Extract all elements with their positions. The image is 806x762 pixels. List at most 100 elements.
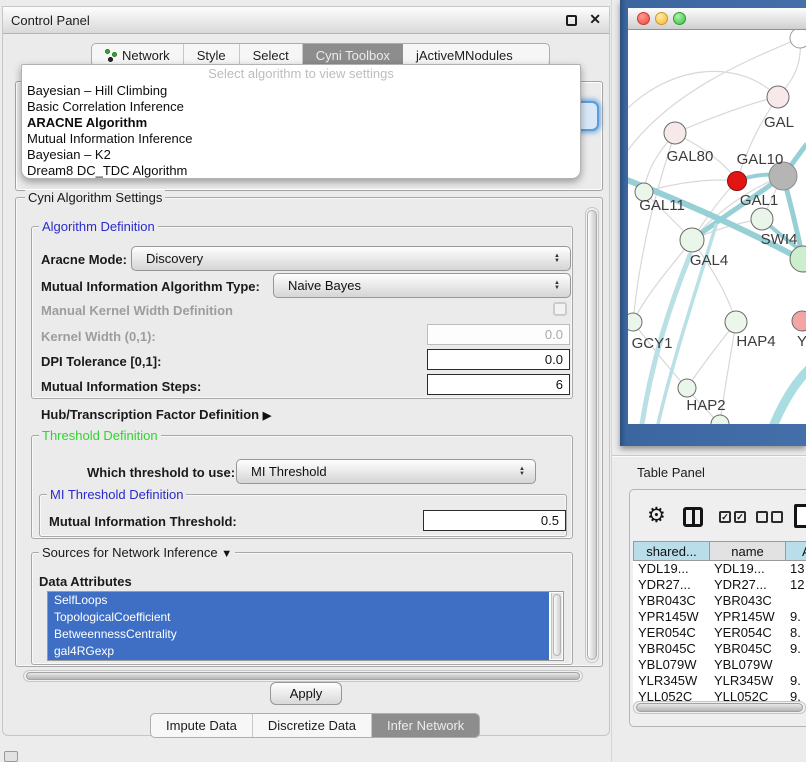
settings-horizontal-scrollbar[interactable] xyxy=(23,670,583,682)
algorithm-dropdown-popup: Select algorithm to view settings Bayesi… xyxy=(21,64,581,179)
table-cell[interactable]: YBR043C xyxy=(633,593,709,609)
mi-steps-field[interactable]: 6 xyxy=(427,374,570,395)
table-cell[interactable]: YLR345W xyxy=(709,673,785,689)
dropdown-item[interactable]: Basic Correlation Inference xyxy=(22,99,580,115)
panel-divider[interactable] xyxy=(611,0,612,762)
data-attributes-list: SelfLoops TopologicalCoefficient Between… xyxy=(47,591,564,661)
tab-select[interactable]: Select xyxy=(240,44,303,66)
table-cell[interactable]: YDR27... xyxy=(709,577,785,593)
table-cell[interactable]: YLR345W xyxy=(633,673,709,689)
table-cell[interactable]: 9. xyxy=(785,609,806,625)
control-panel: Control Panel ✕ Network Style Select Cyn… xyxy=(2,6,610,736)
table-cell[interactable]: YDL19... xyxy=(633,561,709,577)
node-gal1[interactable] xyxy=(751,208,773,230)
attribute-item-selected[interactable]: gal4RGexp xyxy=(48,643,549,660)
table-cell[interactable]: 13 xyxy=(785,561,806,577)
node-hap4[interactable] xyxy=(725,311,747,333)
attribute-item-selected[interactable]: TopologicalCoefficient xyxy=(48,609,549,626)
node-swi4[interactable] xyxy=(790,246,806,272)
control-panel-title: Control Panel xyxy=(11,13,90,28)
dropdown-prompt: Select algorithm to view settings xyxy=(22,65,580,83)
node-gal10-red[interactable] xyxy=(728,172,747,191)
node-label: GAL80 xyxy=(667,148,714,165)
dropdown-item[interactable]: Mutual Information Inference xyxy=(22,131,580,147)
column-layout-icon[interactable] xyxy=(683,507,703,527)
table-cell[interactable] xyxy=(785,657,806,673)
manual-kernel-checkbox[interactable] xyxy=(553,302,567,316)
table-cell[interactable]: 8. xyxy=(785,625,806,641)
unchecked-checkbox-icon[interactable] xyxy=(756,511,768,523)
checked-checkbox-icon[interactable]: ✓ xyxy=(734,511,746,523)
node-label: GAL1 xyxy=(740,192,778,209)
gear-icon[interactable]: ⚙ xyxy=(647,503,666,528)
table-cell[interactable]: YBL079W xyxy=(709,657,785,673)
minimized-panel-icon[interactable] xyxy=(4,751,18,762)
unchecked-checkbox-icon[interactable] xyxy=(771,511,783,523)
dropdown-item[interactable]: Dream8 DC_TDC Algorithm xyxy=(22,163,580,179)
expand-down-icon: ▼ xyxy=(221,548,232,560)
table-cell[interactable]: YER054C xyxy=(633,625,709,641)
aracne-mode-combo[interactable]: Discovery ▲▼ xyxy=(131,246,571,271)
zoom-traffic-light-icon[interactable] xyxy=(673,12,686,25)
tab-jactivemnodules[interactable]: jActiveMNodules xyxy=(403,44,526,66)
tab-infer-network[interactable]: Infer Network xyxy=(372,714,479,737)
mi-threshold-field[interactable]: 0.5 xyxy=(423,510,566,531)
node-salmon[interactable] xyxy=(792,311,806,331)
table-cell[interactable]: YBR045C xyxy=(709,641,785,657)
network-canvas[interactable]: GAL GAL80 GAL10 GAL11 GAL1 SWI4 GAL4 GCY… xyxy=(628,30,806,424)
attributes-scrollbar[interactable] xyxy=(551,593,562,659)
combo-spinner-icon: ▲▼ xyxy=(552,276,562,296)
sources-title[interactable]: Sources for Network Inference ▼ xyxy=(39,545,235,560)
which-threshold-combo[interactable]: MI Threshold ▲▼ xyxy=(236,459,536,484)
tab-discretize-data[interactable]: Discretize Data xyxy=(253,714,372,737)
combo-spinner-icon: ▲▼ xyxy=(517,462,527,482)
settings-vertical-scrollbar[interactable] xyxy=(585,207,599,663)
attribute-item-selected[interactable]: BetweennessCentrality xyxy=(48,626,549,643)
hub-definition-expander[interactable]: Hub/Transcription Factor Definition ▶ xyxy=(41,407,271,422)
kernel-width-field[interactable]: 0.0 xyxy=(427,324,570,345)
node-gal[interactable] xyxy=(767,86,789,108)
tab-network[interactable]: Network xyxy=(92,44,184,66)
close-traffic-light-icon[interactable] xyxy=(637,12,650,25)
node-gcy1[interactable] xyxy=(628,313,642,331)
dropdown-item[interactable]: Bayesian – Hill Climbing xyxy=(22,83,580,99)
column-header-partial[interactable]: A xyxy=(785,541,806,561)
table-horizontal-scrollbar[interactable] xyxy=(633,701,806,714)
dpi-tolerance-field[interactable]: 0.0 xyxy=(427,349,570,370)
tab-style[interactable]: Style xyxy=(184,44,240,66)
table-panel-divider xyxy=(612,455,806,456)
column-header-name[interactable]: name xyxy=(709,541,786,561)
table-cell[interactable]: 12 xyxy=(785,577,806,593)
tab-cyni-toolbox[interactable]: Cyni Toolbox xyxy=(303,44,403,66)
dropdown-item[interactable]: Bayesian – K2 xyxy=(22,147,580,163)
table-cell[interactable]: 9. xyxy=(785,641,806,657)
table-cell[interactable] xyxy=(785,593,806,609)
table-cell[interactable]: YBL079W xyxy=(633,657,709,673)
tab-impute-data[interactable]: Impute Data xyxy=(151,714,253,737)
node[interactable] xyxy=(790,30,806,48)
table-cell[interactable]: YPR145W xyxy=(633,609,709,625)
close-icon[interactable]: ✕ xyxy=(589,11,601,28)
attribute-item-selected[interactable]: SelfLoops xyxy=(48,592,549,609)
table-cell[interactable]: YDL19... xyxy=(709,561,785,577)
node-label: HAP2 xyxy=(686,397,725,414)
table-cell[interactable]: YPR145W xyxy=(709,609,785,625)
node-gal4[interactable] xyxy=(680,228,704,252)
node-bottom[interactable] xyxy=(711,415,729,424)
float-window-icon[interactable] xyxy=(566,15,577,26)
node-label: SWI4 xyxy=(761,231,798,248)
dropdown-item-selected[interactable]: ARACNE Algorithm xyxy=(22,115,580,131)
node-gal80[interactable] xyxy=(664,122,686,144)
minimize-traffic-light-icon[interactable] xyxy=(655,12,668,25)
table-cell[interactable]: YER054C xyxy=(709,625,785,641)
table-cell[interactable]: 9. xyxy=(785,673,806,689)
document-icon[interactable] xyxy=(794,504,806,528)
apply-button[interactable]: Apply xyxy=(270,682,342,705)
mi-type-combo[interactable]: Naive Bayes ▲▼ xyxy=(273,273,571,298)
column-header-shared[interactable]: shared... xyxy=(633,541,710,561)
table-cell[interactable]: YBR043C xyxy=(709,593,785,609)
table-cell[interactable]: YBR045C xyxy=(633,641,709,657)
node-hap2[interactable] xyxy=(678,379,696,397)
checked-checkbox-icon[interactable]: ✓ xyxy=(719,511,731,523)
table-cell[interactable]: YDR27... xyxy=(633,577,709,593)
